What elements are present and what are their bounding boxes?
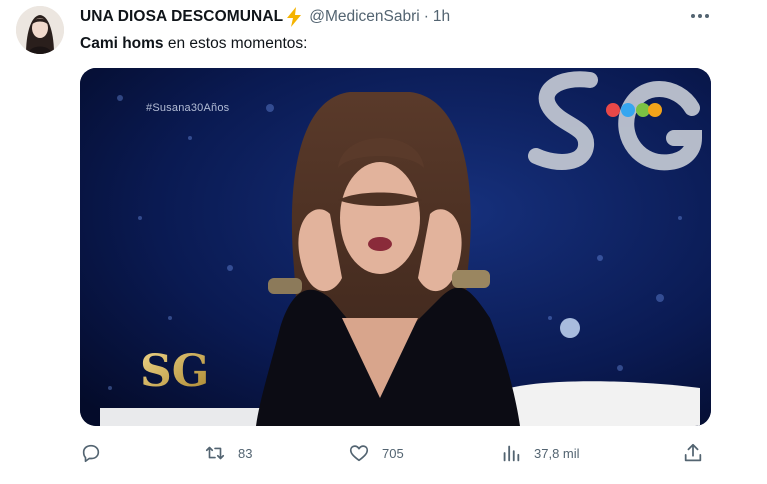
retweet-icon (205, 446, 225, 460)
media-hashtag: #Susana30Años (146, 102, 230, 114)
retweet-button[interactable]: 83 (204, 438, 252, 468)
share-icon (684, 443, 702, 462)
retweet-count: 83 (238, 445, 253, 461)
tweet-body: en estos momentos: (163, 35, 308, 52)
views-count: 37,8 mil (534, 445, 580, 461)
timestamp[interactable]: 1h (433, 8, 450, 26)
tweet-media[interactable]: SG #Susana30Años (80, 68, 711, 426)
sg-logo: SG (140, 346, 209, 397)
more-icon (691, 14, 695, 18)
tweet-header: UNA DIOSA DESCOMUNAL @MedicenSabri · 1h (80, 7, 450, 27)
heart-icon (349, 445, 369, 462)
lightning-icon (285, 7, 303, 27)
reply-button[interactable] (80, 438, 102, 468)
like-count: 705 (382, 445, 404, 461)
tweet-mention: Cami homs (80, 35, 164, 52)
avatar[interactable] (16, 6, 64, 54)
display-name[interactable]: UNA DIOSA DESCOMUNAL (80, 8, 283, 26)
tweet-actions: 83 705 37,8 mil (80, 438, 711, 468)
separator: · (423, 8, 429, 25)
reply-icon (82, 444, 100, 463)
media-image: SG (80, 68, 711, 426)
views-chart-icon (503, 445, 520, 462)
views-button[interactable]: 37,8 mil (500, 438, 580, 468)
share-button[interactable] (682, 438, 704, 468)
tweet: UNA DIOSA DESCOMUNAL @MedicenSabri · 1h … (0, 0, 767, 484)
like-button[interactable]: 705 (348, 438, 404, 468)
user-handle[interactable]: @MedicenSabri (309, 8, 420, 26)
tweet-text: Cami homs en estos momentos: (80, 35, 307, 53)
more-options-button[interactable] (686, 4, 714, 28)
